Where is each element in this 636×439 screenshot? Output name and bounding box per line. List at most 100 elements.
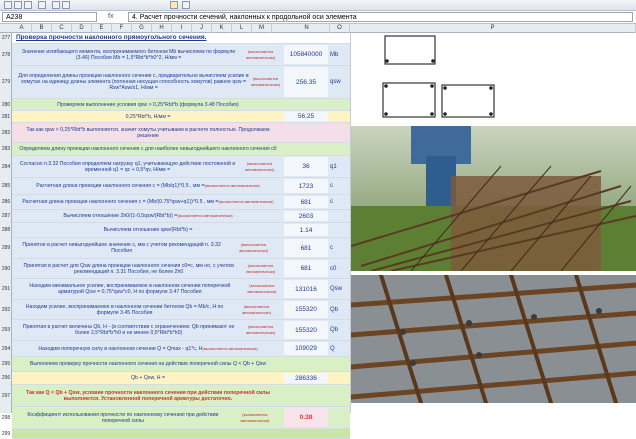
- row-text[interactable]: Qb + Qsw, Н =: [14, 372, 282, 384]
- sheet-row[interactable]: [12, 429, 350, 439]
- row-number[interactable]: 281: [0, 111, 12, 123]
- chart-icon[interactable]: [170, 1, 178, 9]
- row-number[interactable]: 295: [0, 357, 12, 372]
- row-number[interactable]: 294: [0, 341, 12, 357]
- row-number[interactable]: 278: [0, 44, 12, 66]
- sheet-row[interactable]: Принятая в расчет величина Qb, Н - (в со…: [12, 320, 350, 341]
- column-header-p[interactable]: P: [350, 24, 636, 33]
- sheet-row[interactable]: Находим усилие, воспринимаемое в наклонн…: [12, 300, 350, 320]
- row-text[interactable]: Выполняем проверку прочности наклонного …: [14, 357, 282, 371]
- column-header-j[interactable]: J: [192, 24, 212, 33]
- sheet-row[interactable]: Расчетная длина проекции наклонного сече…: [12, 195, 350, 210]
- column-header-e[interactable]: E: [92, 24, 112, 33]
- row-number[interactable]: 299: [0, 429, 12, 439]
- formula-input[interactable]: 4. Расчет прочности сечений, наклонных к…: [128, 12, 633, 22]
- row-number[interactable]: 277: [0, 33, 12, 44]
- row-number[interactable]: 285: [0, 178, 12, 195]
- column-header-b[interactable]: B: [32, 24, 52, 33]
- row-value-cell[interactable]: 256.35: [284, 67, 328, 97]
- row-text[interactable]: Определяем длину проекции наклонного сеч…: [14, 143, 282, 155]
- sheet-row[interactable]: Так как Q < Qb + Qsw, условие прочности …: [12, 385, 350, 407]
- row-text[interactable]: Так как qsw > 0,25*Rbt*b выполняется, зн…: [14, 123, 282, 142]
- column-header-a[interactable]: A: [12, 24, 32, 33]
- sheet-row[interactable]: 0,25*Rbt*b, Н/мм = 56.25: [12, 111, 350, 123]
- row-number[interactable]: 283: [0, 143, 12, 156]
- row-text[interactable]: Вычисляем отношение 2h0/(1-0,5qsw/(Rbt*b…: [14, 210, 282, 222]
- sheet-row[interactable]: Находим поперечную силу в наклонном сече…: [12, 341, 350, 357]
- row-number[interactable]: 279: [0, 66, 12, 99]
- sheet-row[interactable]: Принятое в расчет невыгоднейшее значение…: [12, 238, 350, 259]
- column-header-l[interactable]: L: [232, 24, 252, 33]
- sheet-row[interactable]: Расчетная длина проекции наклонного сече…: [12, 178, 350, 195]
- sheet-row[interactable]: Значение изгибающего момента, воспринима…: [12, 44, 350, 66]
- sheet-grid[interactable]: Проверка прочности наклонного прямоуголь…: [12, 33, 350, 439]
- row-value-cell[interactable]: 131016: [284, 280, 328, 298]
- name-box[interactable]: A238: [2, 12, 97, 22]
- column-header-d[interactable]: D: [72, 24, 92, 33]
- row-value-cell[interactable]: 155320: [284, 301, 328, 318]
- row-value-cell[interactable]: 681: [284, 196, 328, 208]
- row-text[interactable]: Коэффициент использования прочности по н…: [14, 407, 282, 428]
- row-text[interactable]: Расчетная длина проекции наклонного сече…: [14, 178, 282, 194]
- row-value-cell[interactable]: 681: [284, 260, 328, 277]
- row-number[interactable]: 286: [0, 195, 12, 210]
- row-number[interactable]: 280: [0, 99, 12, 111]
- row-value-cell[interactable]: 0.38: [284, 408, 328, 427]
- row-text[interactable]: Вычисляем отношение qsw/(Rbt*b) =: [14, 223, 282, 237]
- open-icon[interactable]: [14, 1, 22, 9]
- sort-icon[interactable]: [182, 1, 190, 9]
- row-text[interactable]: [14, 429, 282, 438]
- row-number[interactable]: 290: [0, 259, 12, 279]
- sheet-row[interactable]: Проверка прочности наклонного прямоуголь…: [12, 33, 350, 44]
- row-number[interactable]: 296: [0, 372, 12, 385]
- column-header-o[interactable]: O: [330, 24, 350, 33]
- row-number[interactable]: 284: [0, 156, 12, 178]
- row-value-cell[interactable]: 36: [284, 157, 328, 176]
- sheet-row[interactable]: Проверяем выполнение условия qsw > 0,25*…: [12, 99, 350, 111]
- sheet-row[interactable]: Определяем длину проекции наклонного сеч…: [12, 143, 350, 156]
- row-value-cell[interactable]: 56.25: [284, 112, 328, 121]
- sheet-row[interactable]: Коэффициент использования прочности по н…: [12, 407, 350, 429]
- sheet-row[interactable]: Принятая в расчет для Qsw длина проекции…: [12, 259, 350, 279]
- row-value-cell[interactable]: 1.14: [284, 224, 328, 236]
- row-text[interactable]: 0,25*Rbt*b, Н/мм =: [14, 111, 282, 122]
- row-number[interactable]: 288: [0, 223, 12, 238]
- new-icon[interactable]: [4, 1, 12, 9]
- row-text[interactable]: Принятое в расчет невыгоднейшее значение…: [14, 238, 282, 258]
- row-text[interactable]: Проверяем выполнение условия qsw > 0,25*…: [14, 99, 282, 110]
- row-text[interactable]: Принятая в расчет для Qsw длина проекции…: [14, 259, 282, 278]
- column-header-h[interactable]: H: [152, 24, 172, 33]
- column-header-g[interactable]: G: [132, 24, 152, 33]
- column-header-m[interactable]: M: [252, 24, 272, 33]
- sheet-row[interactable]: Согласно п.3.32 Пособия определяем нагру…: [12, 156, 350, 178]
- row-text[interactable]: Находим поперечную силу в наклонном сече…: [14, 341, 282, 356]
- save-icon[interactable]: [24, 1, 32, 9]
- row-value-cell[interactable]: 105840000: [284, 45, 328, 64]
- print-icon[interactable]: [38, 1, 46, 9]
- column-header-f[interactable]: F: [112, 24, 132, 33]
- row-text[interactable]: Проверка прочности наклонного прямоуголь…: [14, 33, 282, 43]
- sheet-row[interactable]: Так как qsw > 0,25*Rbt*b выполняется, зн…: [12, 123, 350, 143]
- row-text[interactable]: Находим усилие, воспринимаемое в наклонн…: [14, 300, 282, 319]
- row-text[interactable]: Принятая в расчет величина Qb, Н - (в со…: [14, 320, 282, 340]
- redo-icon[interactable]: [62, 1, 70, 9]
- row-value-cell[interactable]: 109029: [284, 342, 328, 355]
- row-number[interactable]: 293: [0, 320, 12, 341]
- row-number[interactable]: 289: [0, 238, 12, 259]
- sheet-row[interactable]: Находим минимальное усилие, воспринимаем…: [12, 279, 350, 300]
- column-header-k[interactable]: K: [212, 24, 232, 33]
- column-header-n[interactable]: N: [284, 24, 330, 33]
- row-text[interactable]: Для определения длины проекции наклонног…: [14, 66, 282, 98]
- row-number[interactable]: 282: [0, 123, 12, 143]
- row-value-cell[interactable]: 2603: [284, 211, 328, 221]
- row-value-cell[interactable]: 1723: [284, 179, 328, 193]
- sheet-row[interactable]: Вычисляем отношение qsw/(Rbt*b) = 1.14: [12, 223, 350, 238]
- row-number[interactable]: 298: [0, 407, 12, 429]
- row-text[interactable]: Согласно п.3.32 Пособия определяем нагру…: [14, 156, 282, 177]
- row-number[interactable]: 291: [0, 279, 12, 300]
- sheet-row[interactable]: Для определения длины проекции наклонног…: [12, 66, 350, 99]
- row-value-cell[interactable]: 286336: [284, 373, 328, 383]
- row-text[interactable]: Значение изгибающего момента, воспринима…: [14, 44, 282, 65]
- row-text[interactable]: Так как Q < Qb + Qsw, условие прочности …: [14, 385, 282, 406]
- row-text[interactable]: Находим минимальное усилие, воспринимаем…: [14, 279, 282, 299]
